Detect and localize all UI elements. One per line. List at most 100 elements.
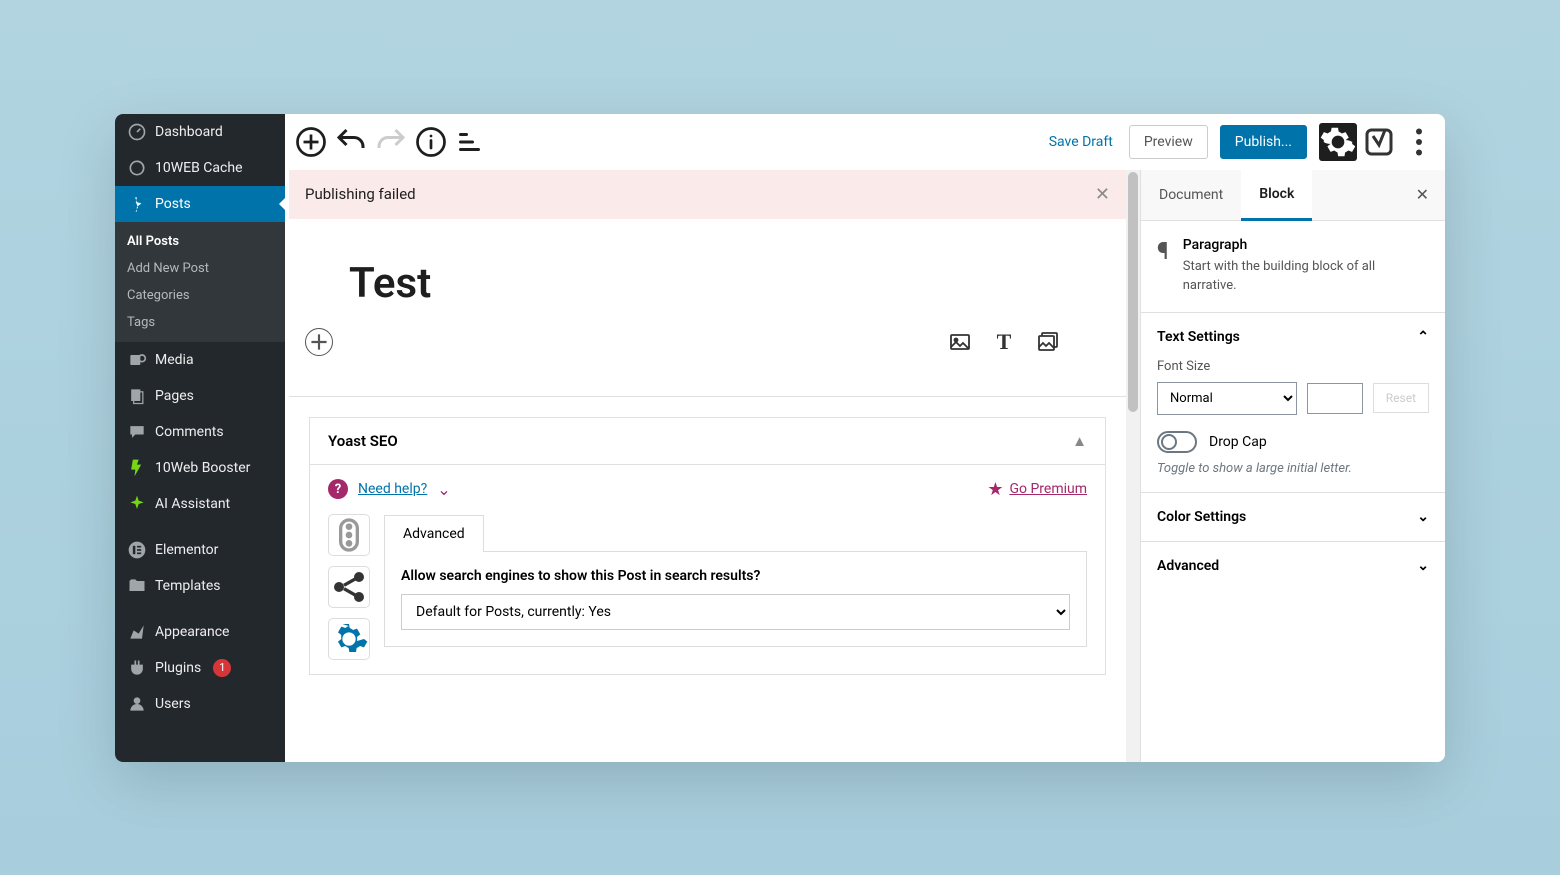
sidebar-item-10web-cache[interactable]: 10WEB Cache bbox=[115, 150, 285, 186]
chevron-down-icon: ⌄ bbox=[1417, 558, 1429, 574]
paragraph-icon: ¶ bbox=[1157, 237, 1169, 296]
sidebar-item-plugins[interactable]: Plugins 1 bbox=[115, 650, 285, 686]
sidebar-label: AI Assistant bbox=[155, 496, 230, 512]
sidebar-item-media[interactable]: Media bbox=[115, 342, 285, 378]
seo-tab-label[interactable]: Advanced bbox=[384, 515, 484, 552]
main-area: Save Draft Preview Publish... Publishing… bbox=[285, 114, 1445, 762]
comments-icon bbox=[127, 422, 147, 442]
sidebar-item-users[interactable]: Users bbox=[115, 686, 285, 722]
help-icon: ? bbox=[328, 479, 348, 499]
sidebar-item-pages[interactable]: Pages bbox=[115, 378, 285, 414]
undo-button[interactable] bbox=[333, 124, 369, 160]
publish-button[interactable]: Publish... bbox=[1220, 125, 1307, 159]
submenu-all-posts[interactable]: All Posts bbox=[115, 228, 285, 255]
help-link[interactable]: Need help? bbox=[358, 481, 427, 497]
drop-cap-label: Drop Cap bbox=[1209, 434, 1267, 450]
sidebar-item-elementor[interactable]: Elementor bbox=[115, 532, 285, 568]
submenu-categories[interactable]: Categories bbox=[115, 282, 285, 309]
sidebar-label: Media bbox=[155, 352, 194, 368]
save-draft-button[interactable]: Save Draft bbox=[1037, 134, 1125, 150]
chevron-up-icon: ⌃ bbox=[1417, 329, 1429, 345]
editor-canvas: Publishing failed ✕ T bbox=[285, 170, 1126, 762]
chevron-down-icon[interactable]: ⌄ bbox=[437, 480, 450, 499]
add-block-button[interactable] bbox=[293, 124, 329, 160]
editor-toolbar: Save Draft Preview Publish... bbox=[285, 114, 1445, 170]
cache-icon bbox=[127, 158, 147, 178]
yoast-button[interactable] bbox=[1361, 124, 1397, 160]
settings-button[interactable] bbox=[1319, 123, 1357, 161]
font-size-label: Font Size bbox=[1157, 359, 1429, 374]
dashboard-icon bbox=[127, 122, 147, 142]
gallery-icon[interactable] bbox=[1036, 330, 1060, 354]
seo-readability-tab[interactable] bbox=[328, 514, 370, 556]
submenu-tags[interactable]: Tags bbox=[115, 309, 285, 336]
tab-block[interactable]: Block bbox=[1241, 170, 1312, 221]
sidebar-label: Comments bbox=[155, 424, 224, 440]
sidebar-label: Appearance bbox=[155, 624, 229, 640]
drop-cap-toggle[interactable] bbox=[1157, 431, 1197, 453]
admin-sidebar: Dashboard 10WEB Cache Posts All Posts Ad… bbox=[115, 114, 285, 762]
sidebar-label: Posts bbox=[155, 196, 191, 212]
font-size-input[interactable] bbox=[1307, 383, 1363, 414]
post-title-input[interactable] bbox=[349, 259, 1066, 308]
sidebar-item-templates[interactable]: Templates bbox=[115, 568, 285, 604]
booster-icon bbox=[127, 458, 147, 478]
block-type-name: Paragraph bbox=[1183, 237, 1429, 253]
drop-cap-help: Toggle to show a large initial letter. bbox=[1157, 461, 1429, 476]
sidebar-label: Pages bbox=[155, 388, 194, 404]
seo-social-tab[interactable] bbox=[328, 566, 370, 608]
sidebar-label: Users bbox=[155, 696, 191, 712]
sidebar-item-posts[interactable]: Posts bbox=[115, 186, 285, 222]
close-icon[interactable]: ✕ bbox=[1095, 184, 1110, 205]
go-premium-link[interactable]: Go Premium bbox=[1009, 481, 1087, 497]
block-inspector: Document Block ✕ ¶ Paragraph Start with … bbox=[1140, 170, 1445, 762]
elementor-icon bbox=[127, 540, 147, 560]
sidebar-item-ai[interactable]: AI Assistant bbox=[115, 486, 285, 522]
seo-question: Allow search engines to show this Post i… bbox=[401, 568, 1070, 584]
sidebar-label: Elementor bbox=[155, 542, 218, 558]
sidebar-label: Dashboard bbox=[155, 124, 223, 140]
text-icon[interactable]: T bbox=[992, 330, 1016, 354]
preview-button[interactable]: Preview bbox=[1129, 125, 1208, 159]
sidebar-item-booster[interactable]: 10Web Booster bbox=[115, 450, 285, 486]
color-settings-panel[interactable]: Color Settings ⌄ bbox=[1157, 509, 1429, 525]
sidebar-item-appearance[interactable]: Appearance bbox=[115, 614, 285, 650]
block-type-desc: Start with the building block of all nar… bbox=[1183, 257, 1429, 296]
chevron-down-icon: ⌄ bbox=[1417, 509, 1429, 525]
users-icon bbox=[127, 694, 147, 714]
font-reset-button[interactable]: Reset bbox=[1373, 383, 1429, 413]
outline-button[interactable] bbox=[453, 124, 489, 160]
sidebar-submenu: All Posts Add New Post Categories Tags bbox=[115, 222, 285, 342]
sidebar-item-comments[interactable]: Comments bbox=[115, 414, 285, 450]
yoast-metabox: Yoast SEO ▲ ? Need help? ⌄ ★ Go Premium bbox=[309, 417, 1106, 675]
sidebar-item-dashboard[interactable]: Dashboard bbox=[115, 114, 285, 150]
plugins-badge: 1 bbox=[213, 659, 231, 677]
sidebar-label: Templates bbox=[155, 578, 221, 594]
scrollbar[interactable] bbox=[1126, 170, 1140, 762]
inline-add-block-button[interactable] bbox=[305, 328, 333, 356]
text-settings-panel[interactable]: Text Settings ⌃ bbox=[1157, 329, 1429, 345]
plugins-icon bbox=[127, 658, 147, 678]
pin-icon bbox=[127, 194, 147, 214]
notice-message: Publishing failed bbox=[305, 185, 416, 203]
tab-document[interactable]: Document bbox=[1141, 171, 1241, 219]
advanced-panel[interactable]: Advanced ⌄ bbox=[1157, 558, 1429, 574]
seo-advanced-tab[interactable] bbox=[328, 618, 370, 660]
sidebar-label: Plugins bbox=[155, 660, 201, 676]
sidebar-label: 10WEB Cache bbox=[155, 160, 243, 176]
more-options-button[interactable] bbox=[1401, 124, 1437, 160]
close-inspector-button[interactable]: ✕ bbox=[1400, 185, 1445, 204]
metabox-title: Yoast SEO bbox=[328, 432, 398, 450]
redo-button[interactable] bbox=[373, 124, 409, 160]
image-icon[interactable] bbox=[948, 330, 972, 354]
sidebar-label: 10Web Booster bbox=[155, 460, 250, 476]
media-icon bbox=[127, 350, 147, 370]
app-window: Dashboard 10WEB Cache Posts All Posts Ad… bbox=[115, 114, 1445, 762]
ai-icon bbox=[127, 494, 147, 514]
seo-indexing-select[interactable]: Default for Posts, currently: Yes bbox=[401, 594, 1070, 630]
info-button[interactable] bbox=[413, 124, 449, 160]
collapse-icon[interactable]: ▲ bbox=[1072, 432, 1087, 450]
font-size-select[interactable]: Normal bbox=[1157, 382, 1297, 415]
submenu-add-new[interactable]: Add New Post bbox=[115, 255, 285, 282]
templates-icon bbox=[127, 576, 147, 596]
